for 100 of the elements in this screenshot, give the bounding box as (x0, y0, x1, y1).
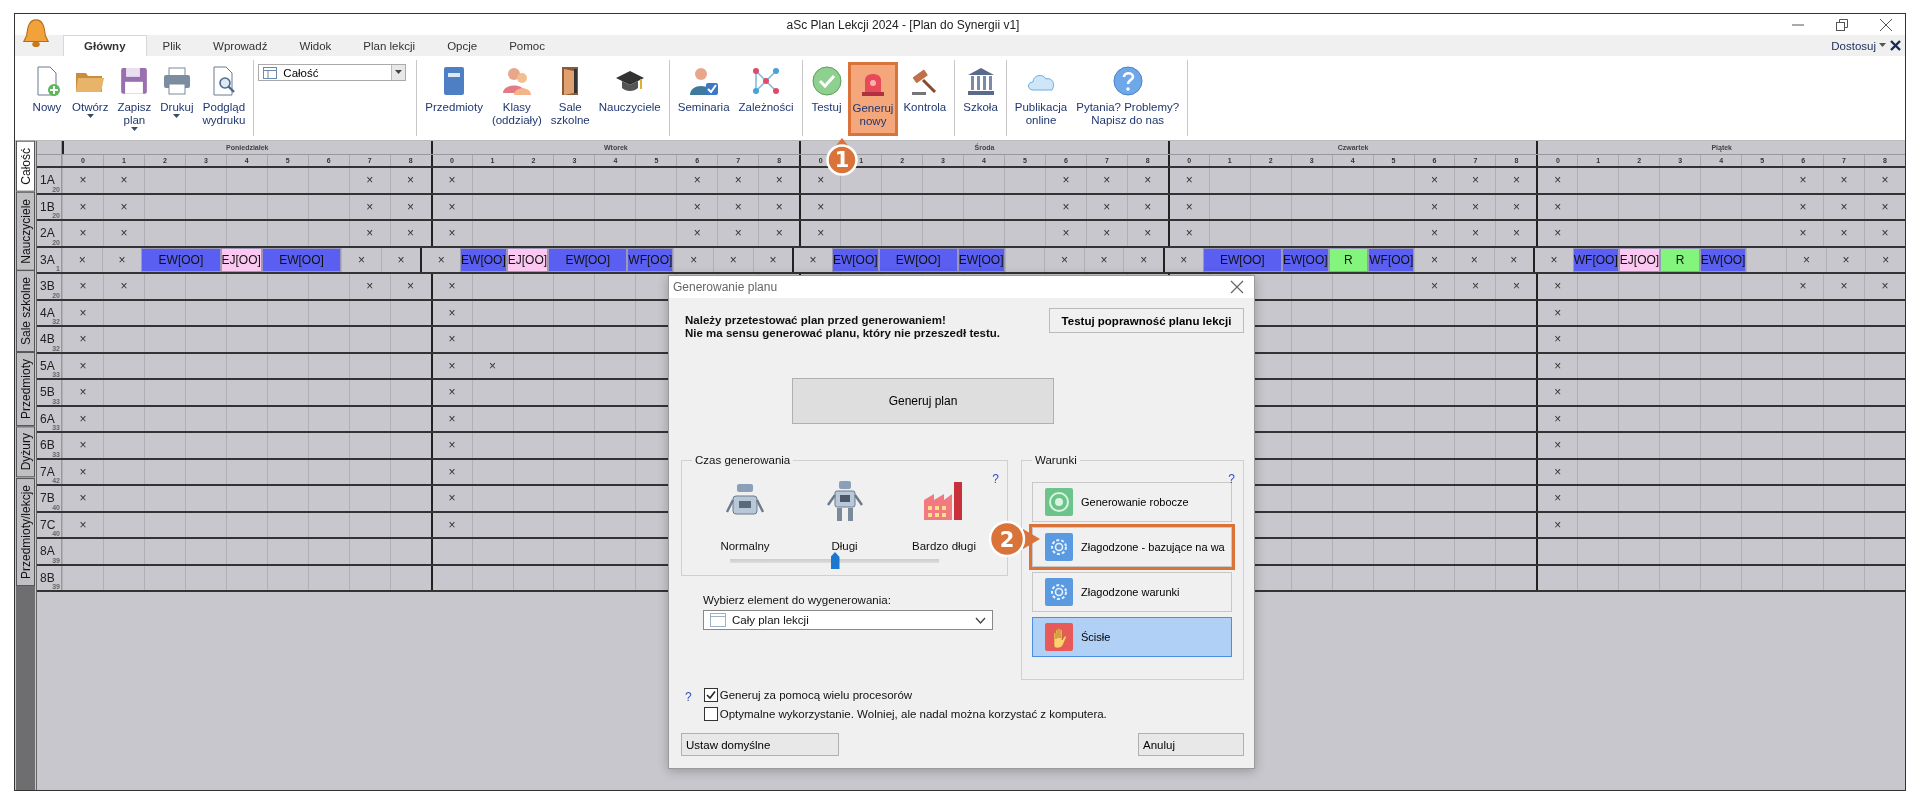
side-tab[interactable]: Przedmioty/lekcje (16, 477, 35, 586)
ribbon-tab[interactable]: Plan lekcji (347, 35, 432, 56)
group-title: Czas generowania (694, 454, 792, 466)
class-name[interactable]: 4A (40, 305, 55, 320)
slider-thumb[interactable] (830, 552, 840, 569)
ribbon-button[interactable]: Nauczyciele (594, 62, 665, 136)
ribbon-tab[interactable]: Główny (63, 35, 147, 56)
field-label: Wybierz element do wygenerowania: (703, 594, 892, 606)
ribbon-button[interactable]: Pytania? Problemy? Napisz do nas (1072, 62, 1184, 136)
checkbox-option[interactable]: Generuj za pomocą wielu procesorów (703, 688, 1107, 702)
close-icon[interactable] (1230, 280, 1244, 294)
side-tab[interactable]: Nauczyciele (16, 191, 35, 271)
class-name[interactable]: 3A (40, 252, 55, 267)
lesson-card[interactable]: R (1660, 247, 1700, 272)
class-name[interactable]: 6A (40, 411, 55, 426)
caret-icon (130, 127, 138, 132)
lesson-card[interactable]: WF[OO] (627, 247, 674, 272)
ribbon-button[interactable]: Testuj (806, 62, 847, 136)
ribbon-tab[interactable]: Pomoc (493, 35, 561, 56)
class-name[interactable]: 7C (40, 517, 56, 532)
blocked-period-mark: × (1413, 221, 1455, 246)
blocked-period-mark: × (673, 247, 713, 272)
close-icon[interactable] (1890, 40, 1901, 51)
group-title: Warunki (1034, 454, 1078, 466)
class-name[interactable]: 1B (40, 199, 55, 214)
test-button[interactable]: Testuj poprawność planu lekcji (1049, 308, 1244, 333)
side-tab[interactable]: Przedmioty (16, 352, 35, 427)
class-name[interactable]: 4B (40, 332, 55, 346)
blocked-period-mark: × (1044, 194, 1086, 219)
side-tab[interactable]: Całość (16, 141, 35, 192)
help-link[interactable]: ? (992, 472, 999, 486)
blocked-period-mark: × (717, 194, 759, 219)
side-tab[interactable]: Sale szkolne (16, 270, 35, 353)
ribbon-tab[interactable]: Wprowadź (197, 35, 284, 56)
blocked-period-mark: × (102, 168, 144, 193)
blocked-period-mark: × (1167, 168, 1209, 193)
class-name[interactable]: 6B (40, 438, 55, 452)
blocked-period-mark: × (752, 247, 793, 272)
ribbon-button[interactable]: Sale szkolne (546, 62, 594, 136)
lesson-card[interactable]: EW[OO] (831, 247, 879, 272)
restore-icon[interactable] (1835, 17, 1849, 32)
ribbon-button[interactable]: Zapisz plan (113, 62, 156, 136)
class-name[interactable]: 5B (40, 385, 55, 399)
ribbon-button[interactable]: Zależności (734, 62, 798, 136)
help-link[interactable]: ? (685, 688, 692, 721)
ribbon-button[interactable]: Publikacja online (1010, 62, 1072, 136)
class-name[interactable]: 8A (40, 544, 55, 558)
option-label[interactable]: Bardzo długi (912, 540, 976, 552)
class-name[interactable]: 7A (40, 464, 55, 479)
checkbox[interactable] (703, 688, 718, 702)
checkbox[interactable] (703, 707, 718, 721)
blocked-period-mark: × (62, 194, 103, 219)
class-name[interactable]: 3B (40, 279, 55, 293)
ribbon-button[interactable]: Kontrola (899, 62, 951, 136)
lesson-card[interactable]: EW[OO] (1202, 247, 1282, 272)
class-name[interactable]: 7B (40, 491, 55, 505)
generate-button[interactable]: Generuj plan (792, 378, 1054, 424)
dialog-button[interactable]: Ustaw domyślne (681, 733, 839, 756)
ribbon-button[interactable]: Nowy (27, 62, 67, 136)
class-name[interactable]: 5A (40, 358, 55, 373)
blocked-period-mark: × (1536, 327, 1578, 352)
checkbox-option[interactable]: Optymalne wykorzystanie. Wolniej, ale nadal można korzystać z komputera. (703, 707, 1107, 721)
ribbon-button[interactable]: Otwórz (68, 62, 113, 136)
dialog-button[interactable]: Anuluj (1138, 733, 1244, 756)
target-dropdown[interactable]: Cały plan lekcji (703, 610, 993, 630)
lesson-card[interactable]: EW[OO] (460, 247, 507, 272)
customize-button[interactable]: Dostosuj (1827, 35, 1890, 56)
ribbon-button[interactable]: Przedmioty (421, 62, 487, 136)
view-dropdown[interactable]: Całość (258, 64, 407, 81)
ribbon-button[interactable]: Podgląd wydruku (198, 62, 250, 136)
condition-option[interactable]: Złagodzone - bazujące na wa (1032, 527, 1232, 567)
lesson-card[interactable]: EW[OO] (141, 247, 221, 272)
lesson-card[interactable]: EW[OO] (548, 247, 628, 272)
blocked-period-mark: × (389, 194, 431, 219)
side-tab[interactable]: Dyżury (16, 426, 35, 478)
class-name[interactable]: 2A (40, 226, 55, 240)
class-name[interactable]: 1A (40, 173, 55, 187)
lesson-card[interactable]: WF[OO] (1368, 247, 1415, 272)
ribbon-tab[interactable]: Widok (283, 35, 348, 56)
option-label[interactable]: Długi (831, 540, 858, 552)
condition-option[interactable]: Złagodzone warunki (1032, 572, 1232, 612)
ribbon-tab[interactable]: Opcje (431, 35, 494, 56)
lesson-card[interactable]: WF[OO] (1572, 247, 1619, 272)
ribbon-button[interactable]: Generuj nowy (847, 62, 899, 136)
blocked-period-mark: × (62, 168, 103, 193)
blocked-period-mark: × (102, 274, 144, 299)
blocked-period-mark: × (1495, 221, 1537, 246)
ribbon-tab[interactable]: Plik (146, 35, 198, 56)
blocked-period-mark: × (1413, 274, 1455, 299)
ribbon-button[interactable]: Seminaria (673, 62, 734, 136)
ribbon-button[interactable]: Szkoła (959, 62, 1002, 136)
close-icon[interactable] (1879, 17, 1893, 32)
ribbon-button[interactable]: Klasy (oddziały) (487, 62, 546, 136)
blocked-period-mark: × (1782, 221, 1824, 246)
condition-option[interactable]: Ścisłe (1032, 617, 1232, 657)
condition-option[interactable]: Generowanie robocze (1032, 482, 1232, 522)
ribbon-button[interactable]: Drukuj (156, 62, 198, 136)
class-name[interactable]: 8B (40, 570, 55, 585)
blocked-period-mark: × (1044, 221, 1086, 246)
option-label[interactable]: Normalny (720, 540, 770, 552)
